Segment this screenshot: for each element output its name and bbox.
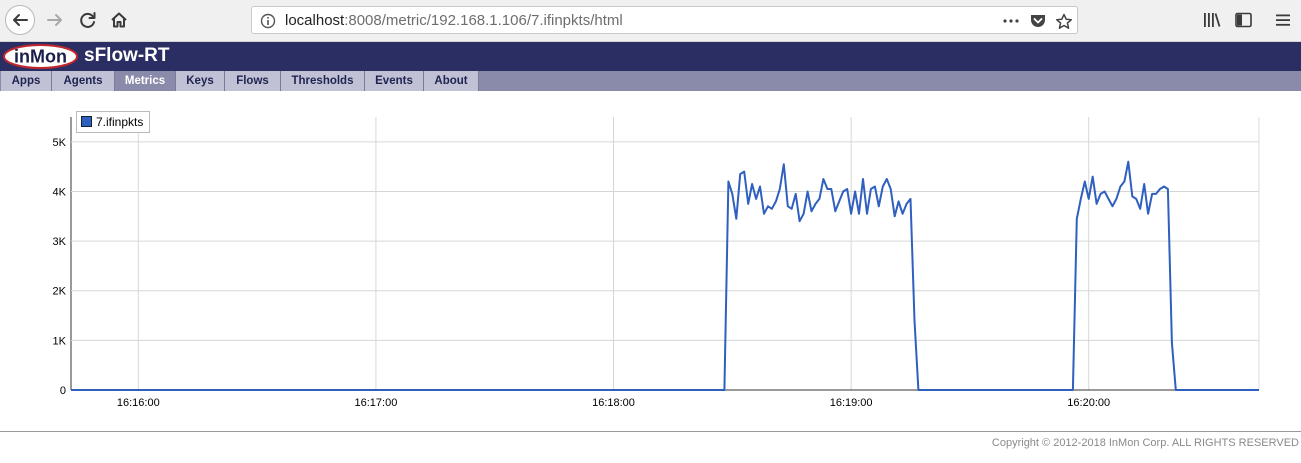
tab-metrics[interactable]: Metrics bbox=[115, 71, 176, 91]
forward-button[interactable] bbox=[40, 5, 70, 35]
y-tick-label: 1K bbox=[53, 335, 67, 347]
url-text[interactable]: localhost:8008/metric/192.168.1.106/7.if… bbox=[285, 12, 623, 29]
bookmark-star-icon[interactable] bbox=[1055, 13, 1073, 30]
tab-thresholds[interactable]: Thresholds bbox=[281, 71, 365, 91]
browser-toolbar: localhost:8008/metric/192.168.1.106/7.if… bbox=[0, 0, 1301, 42]
back-icon bbox=[13, 14, 28, 26]
tab-apps[interactable]: Apps bbox=[1, 71, 52, 91]
copyright-footer: Copyright © 2012-2018 InMon Corp. ALL RI… bbox=[991, 437, 1299, 449]
tab-events[interactable]: Events bbox=[365, 71, 424, 91]
legend-swatch bbox=[81, 116, 92, 127]
forward-icon bbox=[47, 14, 62, 26]
x-tick-label: 16:20:00 bbox=[1067, 397, 1110, 409]
reload-icon bbox=[80, 12, 96, 28]
metric-chart: 0 1K 2K 3K 4K 5K 16:16:00 16:17:00 16:18:00 16:19… bbox=[53, 117, 1260, 409]
tab-flows[interactable]: Flows bbox=[225, 71, 281, 91]
url-path: :8008/metric/192.168.1.106/7.ifinpkts/ht… bbox=[344, 12, 623, 29]
tab-keys[interactable]: Keys bbox=[176, 71, 225, 91]
x-tick-label: 16:16:00 bbox=[117, 397, 160, 409]
y-tick-label: 3K bbox=[53, 236, 67, 248]
url-host: localhost bbox=[285, 12, 345, 29]
home-icon bbox=[111, 12, 127, 28]
y-tick-label: 0 bbox=[60, 385, 66, 397]
home-button[interactable] bbox=[104, 5, 134, 35]
info-icon[interactable] bbox=[260, 13, 276, 29]
y-tick-label: 5K bbox=[53, 137, 67, 149]
tab-about[interactable]: About bbox=[424, 71, 479, 91]
back-button[interactable] bbox=[5, 5, 35, 35]
more-icon[interactable] bbox=[1002, 13, 1020, 29]
chart-legend: 7.ifinpkts bbox=[76, 111, 151, 133]
y-tick-label: 2K bbox=[53, 286, 67, 298]
inmon-logo[interactable]: inMon bbox=[3, 44, 78, 69]
x-tick-label: 16:19:00 bbox=[830, 397, 873, 409]
tab-agents[interactable]: Agents bbox=[52, 71, 115, 91]
series-line-7.ifinpkts bbox=[71, 160, 1259, 391]
logo-text: inMon bbox=[14, 47, 67, 67]
y-tick-label: 4K bbox=[53, 186, 67, 198]
reload-button[interactable] bbox=[73, 5, 103, 35]
tab-bar: Apps Agents Metrics Keys Flows Thresholds Even… bbox=[0, 71, 1301, 91]
menu-icon[interactable] bbox=[1274, 11, 1292, 29]
url-bar[interactable]: localhost:8008/metric/192.168.1.106/7.if… bbox=[251, 6, 1078, 34]
footer-divider bbox=[0, 431, 1301, 432]
x-tick-label: 16:18:00 bbox=[592, 397, 635, 409]
app-title: sFlow-RT bbox=[84, 45, 170, 66]
x-tick-label: 16:17:00 bbox=[355, 397, 398, 409]
library-icon[interactable] bbox=[1202, 11, 1222, 29]
pocket-icon[interactable] bbox=[1029, 13, 1047, 29]
app-header: inMon sFlow-RT bbox=[0, 42, 1301, 71]
legend-label: 7.ifinpkts bbox=[96, 115, 144, 129]
sidebar-icon[interactable] bbox=[1234, 11, 1254, 29]
